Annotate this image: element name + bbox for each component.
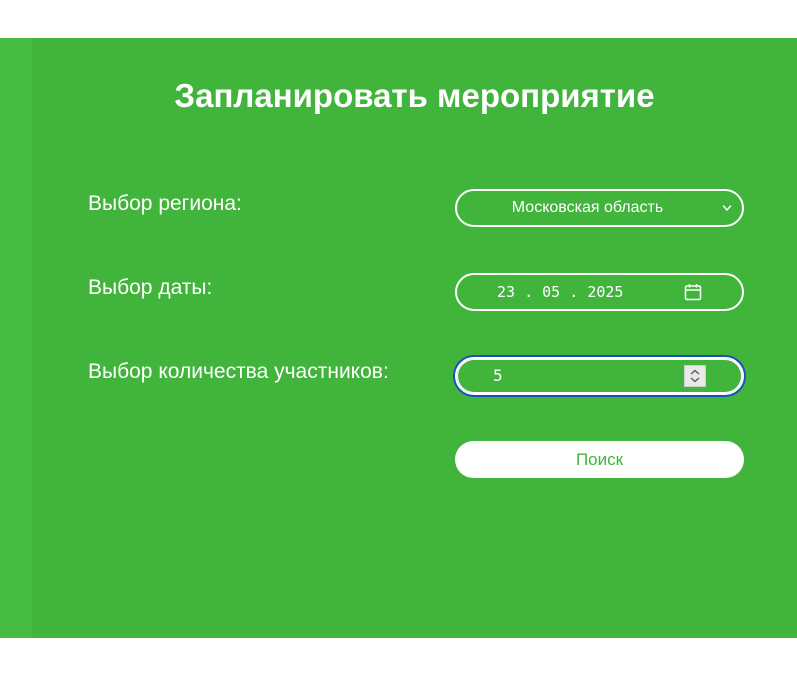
participants-label: Выбор количества участников: [88, 360, 389, 383]
date-input[interactable]: 23 . 05 . 2025 [455, 273, 744, 311]
form-panel [0, 38, 797, 638]
date-month[interactable]: 05 [542, 283, 560, 301]
search-button[interactable]: Поиск [455, 441, 744, 478]
date-separator: . [560, 283, 588, 301]
date-label: Выбор даты: [88, 276, 213, 299]
date-separator: . [515, 283, 543, 301]
calendar-icon[interactable] [684, 283, 702, 301]
participants-input-value: 5 [493, 366, 503, 385]
chevron-down-icon [722, 205, 732, 211]
date-year[interactable]: 2025 [587, 283, 623, 301]
region-label: Выбор региона: [88, 192, 242, 215]
panel-edge [0, 38, 32, 638]
date-input-value: 23 . 05 . 2025 [497, 275, 623, 309]
spinner-icon[interactable] [684, 365, 706, 387]
page: Запланировать мероприятие Выбор региона:… [0, 0, 797, 674]
region-select-value: Московская область [511, 199, 664, 216]
region-select[interactable]: Московская область [455, 189, 744, 227]
page-title: Запланировать мероприятие [174, 77, 655, 114]
date-day[interactable]: 23 [497, 283, 515, 301]
participants-input[interactable]: 5 [455, 357, 744, 395]
